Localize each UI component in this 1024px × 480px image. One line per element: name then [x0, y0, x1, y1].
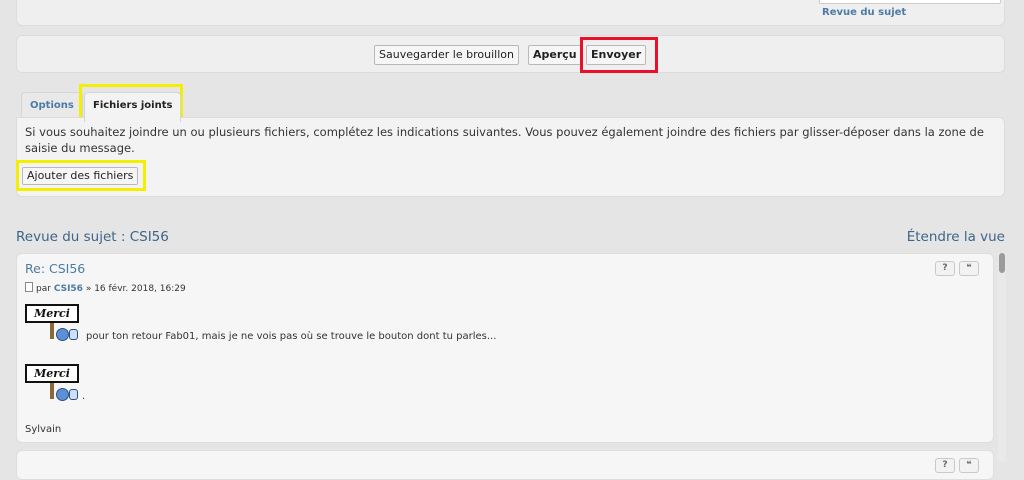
- review-scrollbar[interactable]: [998, 253, 1006, 462]
- smiley-face-icon: [56, 328, 69, 341]
- tab-options[interactable]: Options: [21, 92, 83, 119]
- submit-buttons-panel: Sauvegarder le brouillon Aperçu Envoyer: [16, 35, 1005, 73]
- post-meta: par CSI56 » 16 févr. 2018, 16:29: [25, 282, 186, 294]
- reply-options-panel: Revue du sujet: [16, 0, 1005, 26]
- sign-stick: [50, 383, 54, 399]
- sidebar-box: [819, 0, 1001, 4]
- expand-view-link[interactable]: Étendre la vue: [907, 229, 1005, 245]
- topic-review-link[interactable]: Revue du sujet: [822, 7, 906, 18]
- preview-button[interactable]: Aperçu: [528, 45, 582, 65]
- quote-button[interactable]: ❝: [959, 458, 979, 473]
- review-post: ? ❝: [16, 450, 994, 480]
- post-author-link[interactable]: CSI56: [54, 284, 83, 294]
- attachments-description: Si vous souhaitez joindre un ou plusieur…: [25, 125, 984, 155]
- post-file-icon: [25, 282, 33, 292]
- review-post: Re: CSI56 ? ❝ par CSI56 » 16 févr. 2018,…: [16, 253, 994, 443]
- report-button[interactable]: ?: [935, 458, 955, 473]
- merci-smiley-icon: Merci: [25, 364, 81, 404]
- post-message-line: .: [82, 391, 86, 402]
- post-message-line: pour ton retour Fab01, mais je ne vois p…: [86, 331, 497, 342]
- merci-sign-text: Merci: [25, 304, 79, 323]
- scrollbar-thumb[interactable]: [999, 253, 1005, 273]
- sign-stick: [50, 323, 54, 339]
- merci-smiley-icon: Merci: [25, 304, 81, 344]
- report-button[interactable]: ?: [935, 261, 955, 276]
- tab-attachments[interactable]: Fichiers joints: [84, 92, 182, 122]
- topic-review-title: Revue du sujet : CSI56: [16, 229, 169, 245]
- add-files-highlight: [16, 160, 146, 191]
- submit-highlight-box: [580, 37, 658, 73]
- post-by: par: [36, 284, 51, 294]
- attachments-panel: Si vous souhaitez joindre un ou plusieur…: [16, 117, 1005, 197]
- save-draft-button[interactable]: Sauvegarder le brouillon: [374, 45, 519, 65]
- smiley-face-icon: [56, 388, 69, 401]
- post-title[interactable]: Re: CSI56: [25, 261, 85, 276]
- thumbs-up-icon: [69, 389, 78, 400]
- post-date: » 16 févr. 2018, 16:29: [85, 284, 186, 294]
- thumbs-up-icon: [69, 329, 78, 340]
- post-signature: Sylvain: [25, 424, 62, 435]
- quote-button[interactable]: ❝: [959, 261, 979, 276]
- merci-sign-text: Merci: [25, 364, 79, 383]
